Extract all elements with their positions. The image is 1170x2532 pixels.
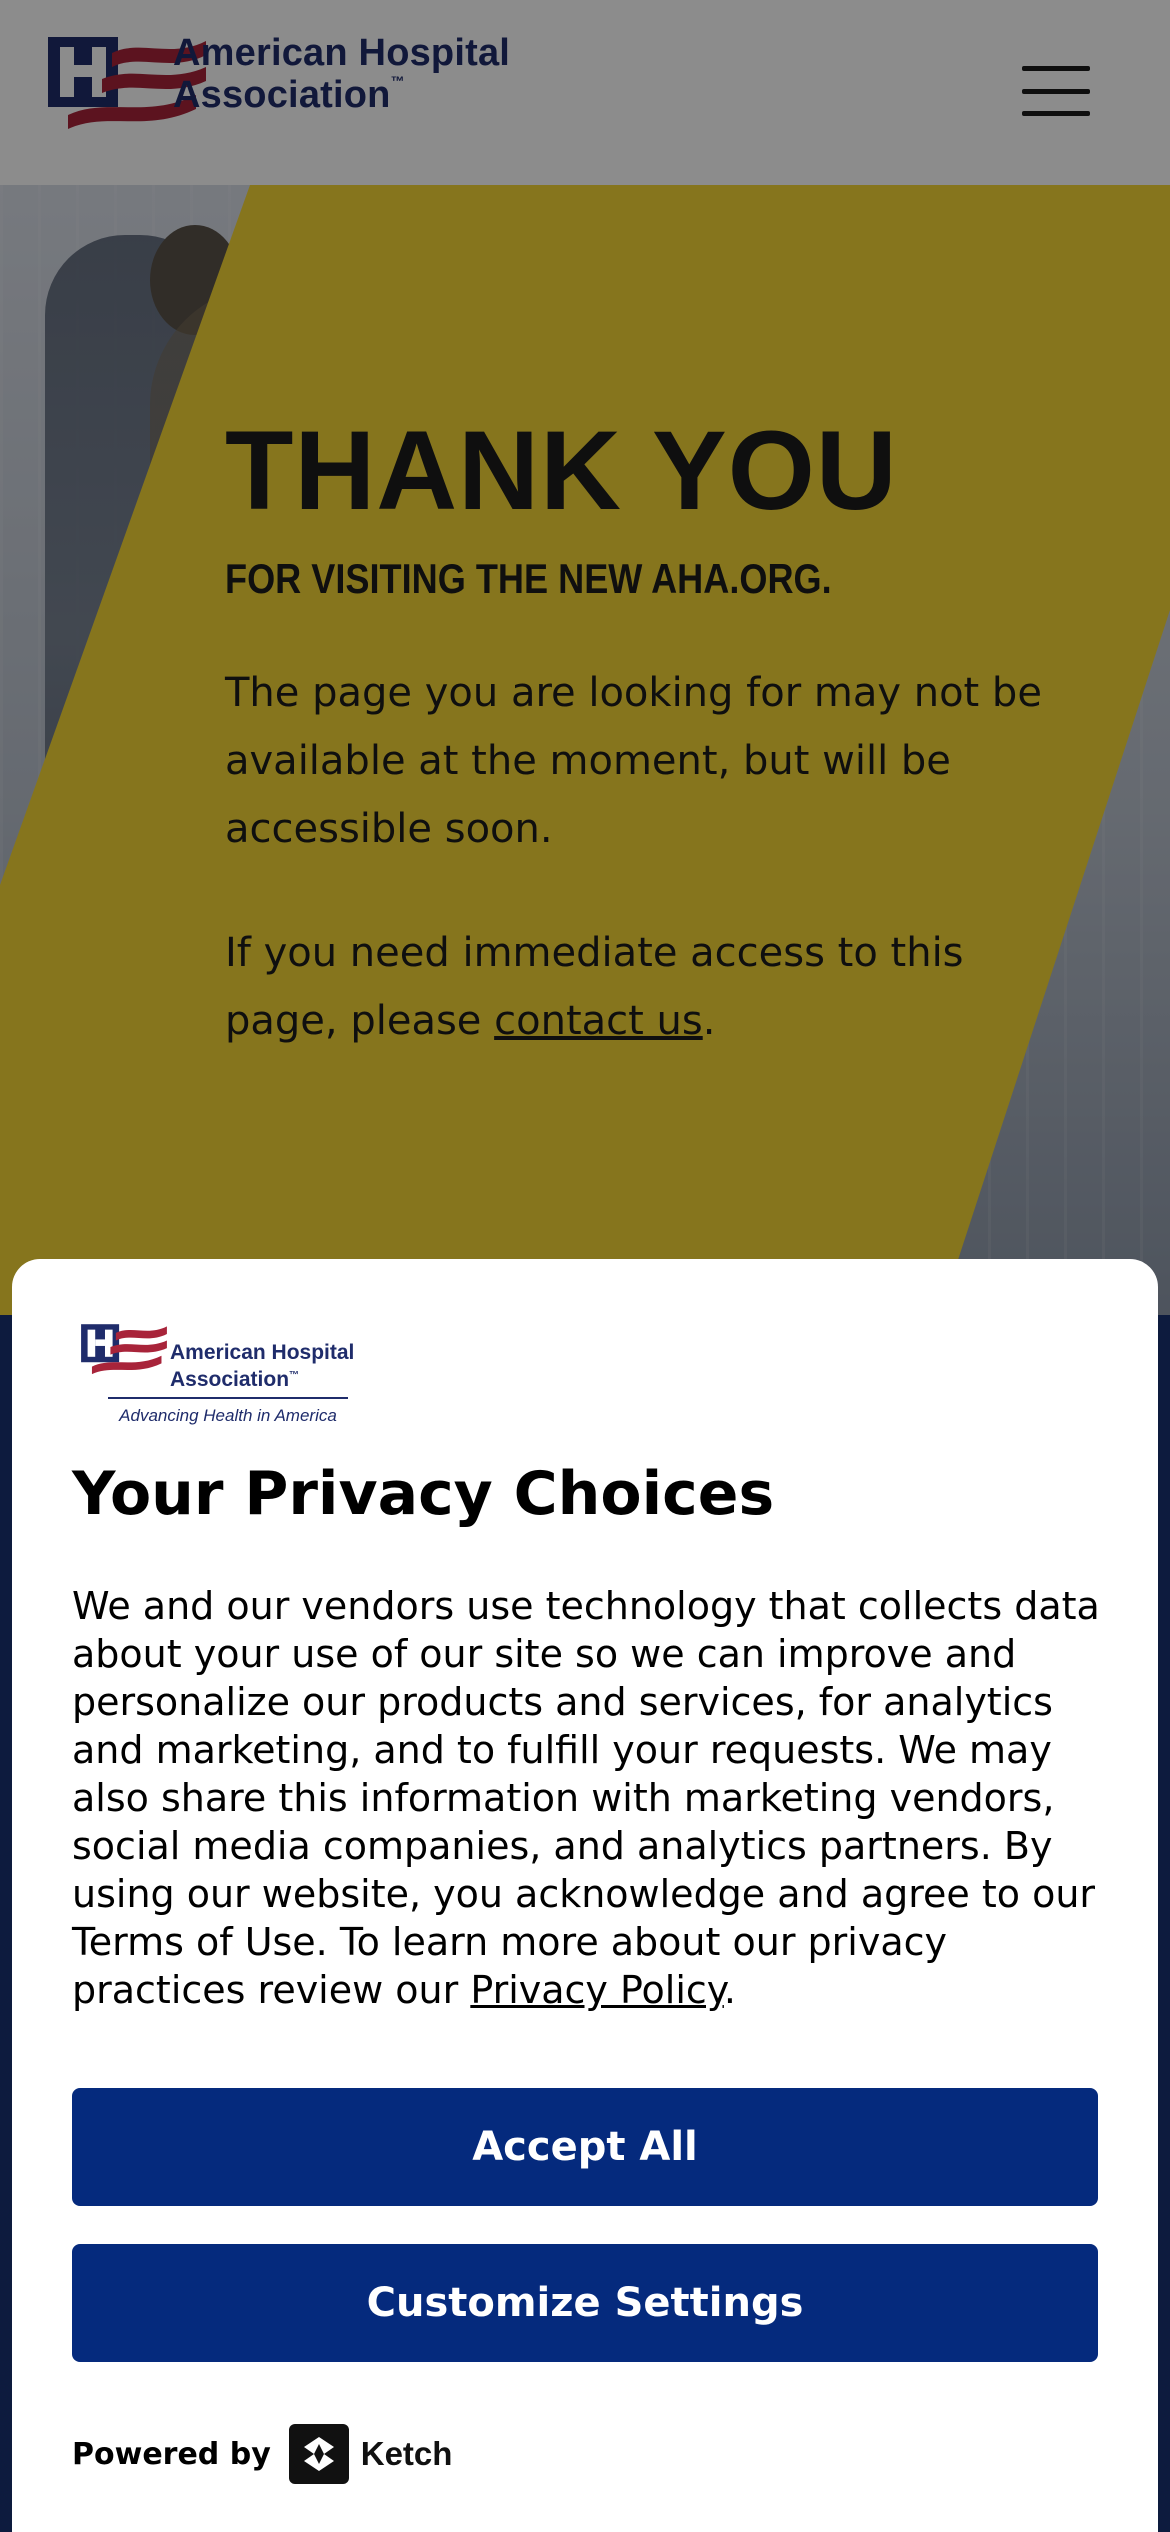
modal-aha-logo <box>80 1322 168 1388</box>
privacy-modal-title: Your Privacy Choices <box>72 1459 775 1529</box>
modal-logo-line2: Association <box>170 1368 290 1391</box>
modal-logo-tagline: Advancing Health in America <box>119 1406 337 1425</box>
powered-by-label: Powered by <box>72 2436 271 2472</box>
customize-settings-button[interactable]: Customize Settings <box>72 2244 1098 2362</box>
powered-by-ketch[interactable]: Powered by Ketch <box>72 2424 452 2484</box>
modal-backdrop <box>0 0 1170 1315</box>
modal-logo-trademark: ™ <box>289 1370 300 1381</box>
ketch-mark-icon <box>303 2437 334 2471</box>
modal-logo-wordmark: American Hospital Association™ <box>170 1341 354 1391</box>
privacy-modal-body: We and our vendors use technology that c… <box>72 1582 1112 2014</box>
ketch-brand-name: Ketch <box>360 2435 453 2472</box>
privacy-body-text: We and our vendors use technology that c… <box>72 1584 1100 2012</box>
ketch-logo-icon <box>288 2424 349 2484</box>
modal-aha-logo-mark-icon <box>81 1324 167 1375</box>
modal-logo-divider <box>108 1397 348 1399</box>
privacy-choices-modal: American Hospital Association™ Advancing… <box>12 1259 1158 2532</box>
privacy-policy-link[interactable]: Privacy Policy <box>470 1968 724 2012</box>
accept-all-button[interactable]: Accept All <box>72 2088 1098 2206</box>
privacy-body-suffix: . <box>723 1968 736 2012</box>
modal-logo-line1: American Hospital <box>170 1341 355 1364</box>
